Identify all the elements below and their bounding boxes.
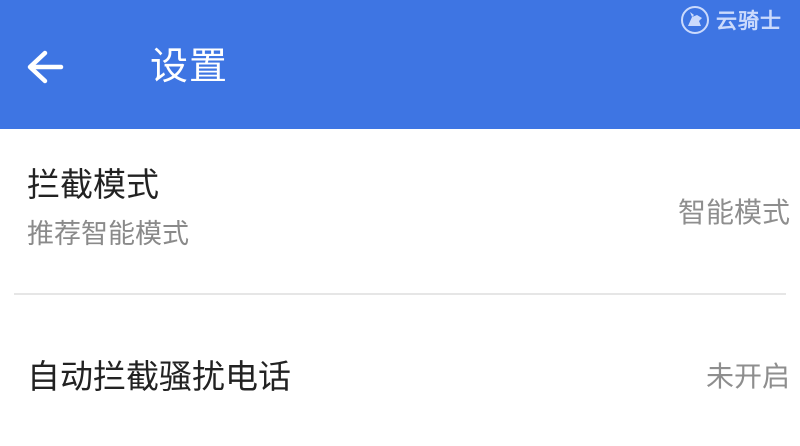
setting-row-intercept-mode[interactable]: 拦截模式 推荐智能模式 智能模式 [0,129,800,294]
setting-value: 智能模式 [677,196,790,229]
back-arrow-icon [27,50,64,84]
setting-title: 拦截模式 [27,165,159,204]
setting-title: 自动拦截骚扰电话 [27,357,291,396]
setting-value: 未开启 [705,360,790,393]
knight-logo-icon [681,6,709,34]
page-title: 设置 [150,44,229,88]
setting-row-auto-block-calls[interactable]: 自动拦截骚扰电话 未开启 [0,295,800,446]
watermark-text: 云骑士 [716,9,782,33]
watermark: 云骑士 [680,4,782,36]
setting-subtitle: 推荐智能模式 [27,219,189,250]
app-bar: 设置 云骑士 [0,0,800,129]
settings-screen: 设置 云骑士 拦截模式 推荐智能模式 智能模式 自动拦截骚扰电话 未开启 [0,0,800,446]
back-button[interactable] [22,44,68,90]
